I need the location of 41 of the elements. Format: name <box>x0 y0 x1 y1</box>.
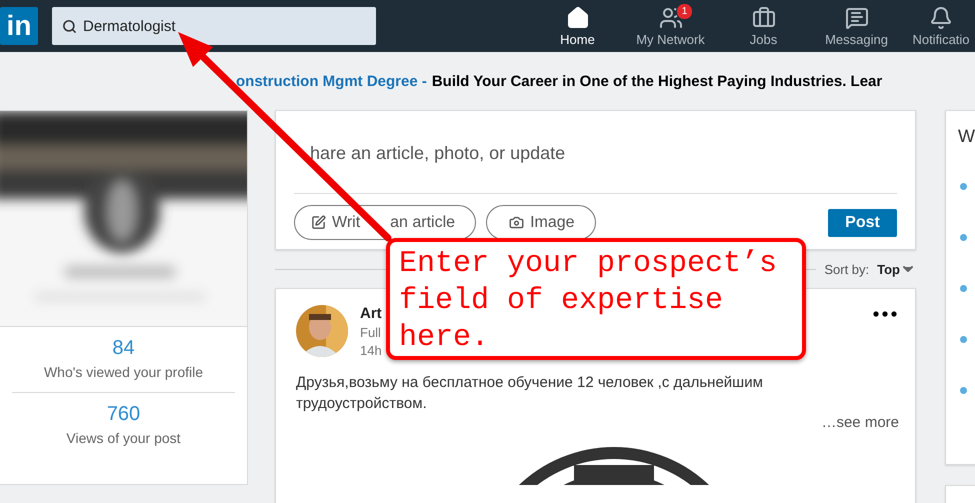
bullet-icon <box>960 234 967 241</box>
logo[interactable]: in <box>0 7 38 45</box>
chat-icon <box>844 6 868 30</box>
stat-value[interactable]: 760 <box>106 403 140 426</box>
stat-label: Views of your post <box>66 430 181 446</box>
post-button[interactable]: Post <box>828 208 897 236</box>
bullet-icon <box>960 336 967 343</box>
author-headline: Full <box>360 325 382 340</box>
more-icon[interactable] <box>873 311 897 317</box>
ad-link[interactable]: onstruction Mgmt Degree - <box>236 72 427 90</box>
nav-item[interactable]: Messaging <box>810 6 903 46</box>
camera-icon <box>509 215 524 230</box>
sort-label: Sort by: <box>824 262 870 276</box>
ad-text: Build Your Career in One of the Highest Paying Industries. Lear <box>432 72 882 90</box>
see-more-link[interactable]: …see more <box>821 414 899 431</box>
bullet-icon <box>960 387 967 394</box>
callout-text: Enter your prospect’s field of expertise here. <box>386 238 806 360</box>
nav-item[interactable]: Jobs <box>717 6 810 46</box>
share-prompt[interactable]: hare an article, photo, or update <box>294 111 897 194</box>
bullet-icon <box>960 183 967 190</box>
people-icon <box>658 6 682 30</box>
briefcase-icon <box>752 6 776 30</box>
nav-item[interactable]: Notificatio <box>908 6 974 46</box>
bullet-icon <box>960 285 967 292</box>
post-text: Друзья,возьму на бесплатное обучение 12 человек ,с дальнейшим трудоустройством. <box>296 373 764 414</box>
home-icon <box>566 6 590 30</box>
nav-item[interactable]: My Network 1 <box>624 6 717 46</box>
bell-icon <box>929 6 953 30</box>
post-time: 14h <box>360 343 382 358</box>
search-field[interactable]: Dermatologist <box>52 7 376 45</box>
stat-value[interactable]: 84 <box>112 337 135 360</box>
notification-badge: 1 <box>676 2 693 20</box>
nav-item[interactable]: Home <box>531 6 624 46</box>
stat-label: Who's viewed your profile <box>44 364 204 380</box>
sort-dropdown[interactable]: Top <box>877 261 916 277</box>
image-button[interactable]: Image <box>486 205 596 240</box>
side-title: W <box>958 126 975 147</box>
write-article-button[interactable]: Writ an article <box>294 205 476 240</box>
author-name[interactable]: Art <box>360 305 382 322</box>
search-icon <box>62 19 77 34</box>
pencil-icon <box>311 215 326 230</box>
